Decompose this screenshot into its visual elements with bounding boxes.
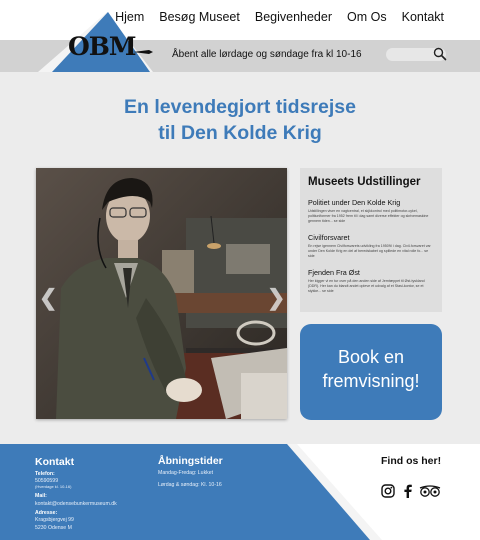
image-slider: ❮ ❯ [36,168,287,419]
logo[interactable]: OBM [68,32,137,61]
footer-find-title: Find os her! [381,455,442,467]
exhibitions-title: Museets Udstillinger [308,176,421,188]
headline-line-1: En levendegjort tidsrejse [124,96,356,118]
footer-hours-2: Lørdag & søndag: Kl. 10-16 [158,482,222,488]
exhibition-text-fjenden: Her kigger vi en tur over på den anden s… [308,279,425,293]
nav-item-om-os[interactable]: Om Os [347,10,387,24]
book-line-1: Book en [337,347,405,367]
footer: Kontakt Telefon: 50590599 (Hverdage kl. … [0,444,480,540]
footer-mail[interactable]: kontakt@odensebunkermuseum.dk [35,501,117,507]
exhibition-title-fjenden[interactable]: Fjenden Fra Øst [308,268,434,277]
facebook-icon[interactable] [403,484,413,498]
footer-address-label: Adresse: [35,510,58,516]
opening-hours-banner-text: Åbent alle lørdage og søndage fra kl 10-… [172,49,362,60]
book-line-2: fremvisning! [322,371,420,391]
exhibition-text-civilforsvaret: En rejse igennem Civilforsvarets udvikli… [308,244,431,258]
nav-item-begivenheder[interactable]: Begivenheder [255,10,332,24]
exhibitions-panel: Museets Udstillinger Politiet under Den … [300,168,442,312]
footer-mail-label: Mail: [35,493,47,499]
exhibition-title-civilforsvaret[interactable]: Civilforsvaret [308,233,434,242]
footer-address-1: Kragsbjergvej 99 [35,517,74,523]
exhibition-text-politi: Udstillingen viser en vagtcentral, et sk… [308,209,429,223]
page-headline: En levendegjort tidsrejse til Den Kolde … [0,94,480,146]
slider-next-button[interactable]: ❯ [267,285,285,311]
museum-mannequin-photo [36,168,287,419]
book-tour-button[interactable]: Book en fremvisning! [300,324,442,420]
search-icon[interactable] [433,47,447,61]
footer-address-2: 5230 Odense M [35,525,72,531]
footer-contact-title: Kontakt [35,456,75,468]
exhibition-title-politi[interactable]: Politiet under Den Kolde Krig [308,198,434,207]
slider-prev-button[interactable]: ❮ [39,285,57,311]
footer-phone-label: Telefon: [35,471,55,477]
nav-item-kontakt[interactable]: Kontakt [402,10,444,24]
footer-hours-1: Mandag-Fredag: Lukket [158,470,214,476]
footer-phone-hours: (Hverdage kl. 10-16) [35,484,72,489]
tripadvisor-icon[interactable] [418,484,442,498]
logo-plane-icon [133,50,153,54]
instagram-icon[interactable] [381,484,395,498]
footer-hours-title: Åbningstider [158,455,223,467]
headline-line-2: til Den Kolde Krig [158,122,322,144]
